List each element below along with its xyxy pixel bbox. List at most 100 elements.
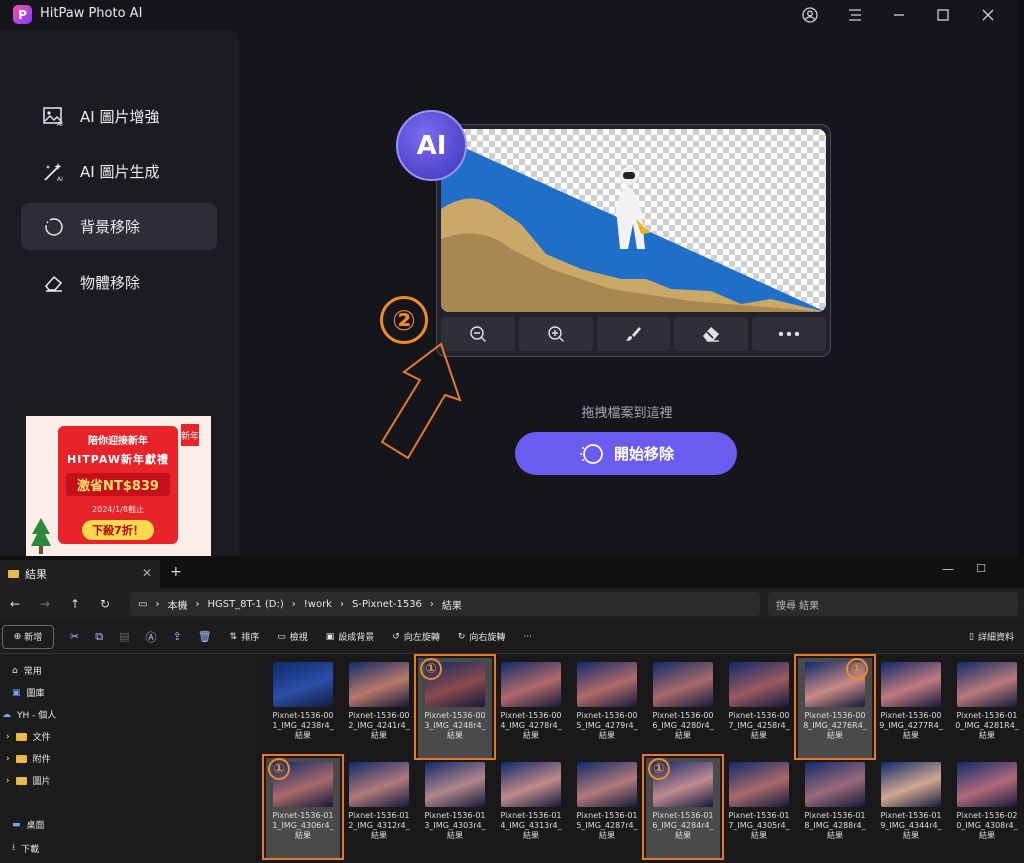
file-thumbnail <box>957 762 1017 807</box>
search-input[interactable]: 搜尋 結果 <box>768 592 1018 616</box>
details-button[interactable]: ▯ 詳細資料 <box>969 630 1014 644</box>
file-thumbnail <box>425 762 485 807</box>
breadcrumb-item[interactable]: HGST_8T-1 (D:) <box>207 599 283 610</box>
details-label: 詳細資料 <box>977 633 1014 643</box>
explorer-tab-strip: 結果 ✕ + — ☐ <box>0 556 1024 588</box>
file-grid: Pixnet-1536-00 1_IMG_4238r4_ 結果 Pixnet-1536… <box>256 654 1024 863</box>
file-name-line: 結果 <box>523 731 539 740</box>
nav-item-documents[interactable]: › 文件 <box>6 730 51 744</box>
file-item[interactable]: Pixnet-1536-01 4_IMG_4313r4_ 結果 <box>494 758 568 858</box>
minimize-icon[interactable]: — <box>942 562 954 576</box>
breadcrumb-item[interactable]: 結果 <box>442 597 462 612</box>
file-item[interactable]: Pixnet-1536-01 8_IMG_4288r4_ 結果 <box>798 758 872 858</box>
close-icon[interactable] <box>977 4 999 26</box>
maximize-icon[interactable]: ☐ <box>976 562 986 575</box>
file-item[interactable]: Pixnet-1536-00 2_IMG_4241r4_ 結果 <box>342 658 416 758</box>
view-button[interactable]: ▭ 檢視 <box>277 630 308 644</box>
more-button[interactable] <box>752 317 826 351</box>
sidebar-item-ai-enhance[interactable]: AI AI 圖片增強 <box>21 93 217 140</box>
folder-icon <box>15 754 27 763</box>
file-item[interactable]: Pixnet-1536-01 9_IMG_4344r4_ 結果 <box>874 758 948 858</box>
account-icon[interactable] <box>799 4 821 26</box>
sort-button[interactable]: ⇅ 排序 <box>230 630 260 644</box>
copy-icon[interactable]: ⧉ <box>95 630 103 644</box>
nav-item-attachments[interactable]: › 附件 <box>6 752 51 766</box>
brush-button[interactable] <box>596 317 671 351</box>
new-button[interactable]: ⊕ 新增 <box>2 624 54 649</box>
rotate-left-button[interactable]: ↺ 向左旋轉 <box>392 630 440 644</box>
file-name-line: Pixnet-1536-01 <box>804 811 866 820</box>
cloud-icon: ☁ <box>2 709 11 720</box>
share-icon[interactable]: ⇪ <box>172 630 181 643</box>
explorer-tab[interactable]: 結果 ✕ <box>0 560 160 588</box>
breadcrumb-item[interactable]: 本機 <box>167 597 187 612</box>
more-icon <box>778 331 800 337</box>
file-item[interactable]: Pixnet-1536-00 1_IMG_4238r4_ 結果 <box>266 658 340 758</box>
file-thumbnail <box>881 662 941 707</box>
promo-discount-button[interactable]: 下殺7折！ <box>82 520 154 540</box>
command-bar: ⊕ 新增 ✂ ⧉ ▤ Ⓐ ⇪ 🗑 ⇅ 排序 ▭ 檢視 ▣ 設成背景 ↺ 向左旋轉 ↻ 向右… <box>0 620 1024 654</box>
promo-banner[interactable]: 新年 陪你迎接新年 HITPAW新年獻禮 激省NT$839 2024/1/8截止… <box>26 416 211 556</box>
file-name-line: 結果 <box>675 731 691 740</box>
file-thumbnail <box>577 662 637 707</box>
view-icon: ▭ <box>277 631 286 642</box>
file-item[interactable]: Pixnet-1536-01 0_IMG_4281R4_ 結果 <box>950 658 1024 758</box>
file-thumbnail <box>729 762 789 807</box>
more-options-button[interactable]: ··· <box>523 632 532 642</box>
nav-item-pictures[interactable]: › 圖片 <box>6 774 51 788</box>
eraser-button[interactable] <box>674 317 749 351</box>
file-item[interactable]: Pixnet-1536-02 0_IMG_4308r4_ 結果 <box>950 758 1024 858</box>
menu-icon[interactable] <box>844 4 866 26</box>
rename-icon[interactable]: Ⓐ <box>145 629 156 645</box>
file-item[interactable]: Pixnet-1536-00 4_IMG_4278r4_ 結果 <box>494 658 568 758</box>
paste-icon[interactable]: ▤ <box>119 630 129 643</box>
nav-item-desktop[interactable]: ▬ 桌面 <box>12 818 45 832</box>
title-bar: P HitPaw Photo AI <box>0 0 1018 30</box>
refresh-icon[interactable]: ↻ <box>90 597 120 611</box>
cut-icon[interactable]: ✂ <box>70 630 79 643</box>
promo-price: 激省NT$839 <box>66 473 170 496</box>
promo-line: 陪你迎接新年 <box>88 436 148 447</box>
file-item[interactable]: Pixnet-1536-01 5_IMG_4287r4_ 結果 <box>570 758 644 858</box>
start-remove-button[interactable]: 開始移除 <box>515 432 737 475</box>
file-name-line: 4_IMG_4278r4_ <box>500 721 562 730</box>
download-icon: ⭳ <box>12 843 16 853</box>
up-icon[interactable]: ↑ <box>60 597 90 611</box>
new-tab-icon[interactable]: + <box>170 564 182 580</box>
file-name-line: 結果 <box>751 731 767 740</box>
breadcrumb-item[interactable]: S-Pixnet-1536 <box>352 599 422 610</box>
file-name-line: Pixnet-1536-00 <box>348 711 410 720</box>
nav-item-home[interactable]: ⌂ 常用 <box>12 664 42 678</box>
rotate-right-button[interactable]: ↻ 向右旋轉 <box>458 630 506 644</box>
sidebar-item-bg-remove[interactable]: 背景移除 <box>21 203 217 250</box>
file-item[interactable]: Pixnet-1536-01 7_IMG_4305r4_ 結果 <box>722 758 796 858</box>
forward-icon[interactable]: → <box>30 597 60 611</box>
minimize-icon[interactable] <box>888 4 910 26</box>
sidebar-item-ai-generate[interactable]: AI AI 圖片生成 <box>21 148 217 195</box>
close-tab-icon[interactable]: ✕ <box>142 566 152 580</box>
file-name-line: Pixnet-1536-01 <box>500 811 562 820</box>
file-item[interactable]: Pixnet-1536-01 3_IMG_4303r4_ 結果 <box>418 758 492 858</box>
file-name-line: 結果 <box>903 831 919 840</box>
sidebar-item-object-remove[interactable]: 物體移除 <box>21 259 217 306</box>
file-name-line: 2_IMG_4241r4_ <box>348 721 410 730</box>
file-thumbnail <box>501 762 561 807</box>
file-item[interactable]: Pixnet-1536-00 7_IMG_4258r4_ 結果 <box>722 658 796 758</box>
file-item[interactable]: Pixnet-1536-00 9_IMG_4277R4_ 結果 <box>874 658 948 758</box>
file-item[interactable]: Pixnet-1536-00 5_IMG_4279r4_ 結果 <box>570 658 644 758</box>
back-icon[interactable]: ← <box>0 597 30 611</box>
breadcrumb[interactable]: ▭ › 本機 › HGST_8T-1 (D:) › !work › S-Pixn… <box>130 592 760 616</box>
file-item[interactable]: Pixnet-1536-01 2_IMG_4312r4_ 結果 <box>342 758 416 858</box>
nav-item-downloads[interactable]: ⭳ 下載 <box>12 840 39 856</box>
nav-item-gallery[interactable]: ▣ 圖庫 <box>12 686 45 700</box>
file-explorer-window: 結果 ✕ + — ☐ ← → ↑ ↻ ▭ › 本機 › HGST_8T-1 (D… <box>0 556 1024 863</box>
maximize-icon[interactable] <box>932 4 954 26</box>
set-background-button[interactable]: ▣ 設成背景 <box>326 630 375 644</box>
annotation-number-1: ① <box>648 758 670 780</box>
breadcrumb-item[interactable]: !work <box>304 599 332 610</box>
file-item[interactable]: Pixnet-1536-00 6_IMG_4280r4_ 結果 <box>646 658 720 758</box>
delete-icon[interactable]: 🗑 <box>198 630 212 643</box>
zoom-in-button[interactable] <box>518 317 593 351</box>
file-name-line: Pixnet-1536-00 <box>272 711 334 720</box>
nav-item-onedrive[interactable]: ☁ YH - 個人 <box>2 708 56 722</box>
